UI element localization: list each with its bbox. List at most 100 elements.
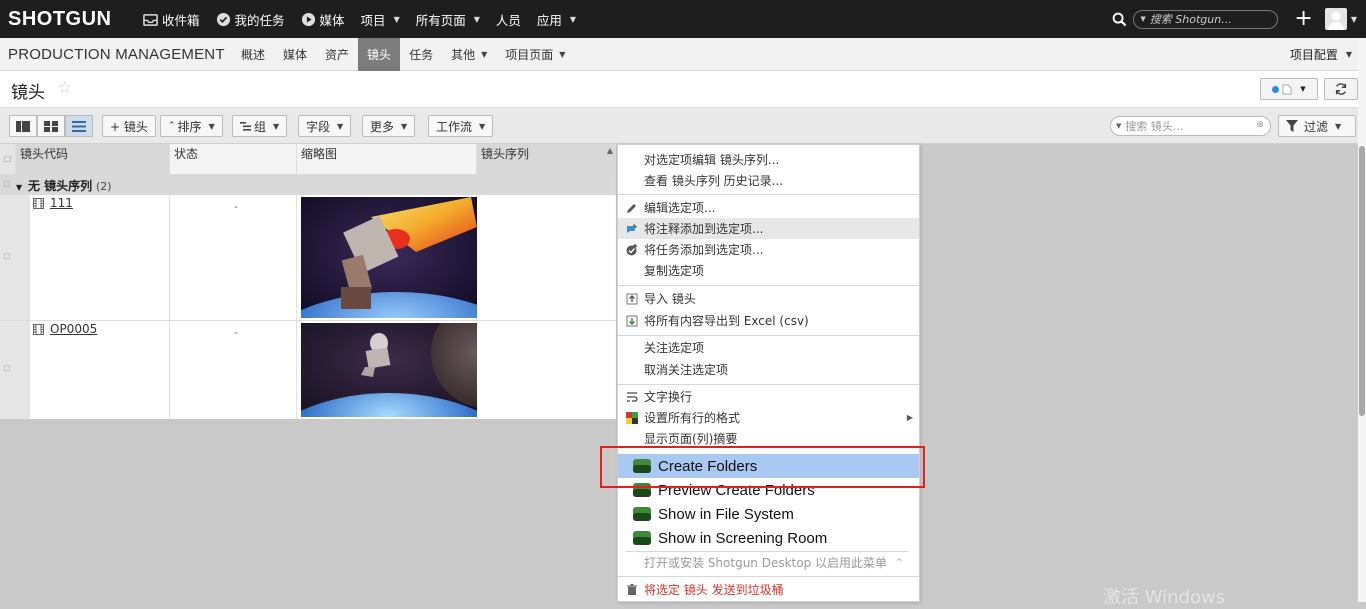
refresh-icon [1335,83,1347,95]
funnel-icon [1286,120,1298,132]
status-value: - [234,200,238,213]
menu-item-duplicate[interactable]: 复制选定项 [618,260,919,281]
global-search-placeholder: 搜索 Shotgun... [1149,13,1232,26]
search-icon[interactable] [1112,12,1127,27]
menu-item-add-task[interactable]: 将任务添加到选定项... [618,239,919,260]
select-all-column[interactable]: □ [0,144,16,174]
nav-projects[interactable]: 项目 ▼ [353,0,408,38]
film-icon [33,323,44,335]
menu-item-edit-selected[interactable]: 编辑选定项... [618,197,919,218]
create-plus-icon[interactable]: + [1294,8,1312,30]
collapse-up-icon[interactable]: ^ [895,558,903,568]
scrollbar-thumb[interactable] [1359,146,1365,416]
nav-inbox[interactable]: 收件箱 [135,0,208,38]
nav-my-tasks[interactable]: 我的任务 [208,0,293,38]
column-header-status[interactable]: 状态 [170,144,297,174]
tab-media[interactable]: 媒体 [274,38,316,71]
menu-item-edit-sequence[interactable]: 对选定项编辑 镜头序列... [618,149,919,170]
project-name[interactable]: PRODUCTION MANAGEMENT [0,46,232,63]
add-shot-button[interactable]: + 镜头 [102,115,156,137]
view-thumbnail-button[interactable] [37,115,65,137]
row-checkbox[interactable]: □ [4,364,11,372]
shot-code-link[interactable]: OP0005 [50,322,97,336]
sort-arrow-icon: ⌃ [168,121,176,131]
check-circle-icon [216,12,230,26]
pencil-icon [627,204,636,213]
filter-button[interactable]: 过滤 ▼ [1278,115,1356,137]
sequence-cell[interactable] [477,195,616,320]
toolkit-icon [633,531,651,545]
nav-media[interactable]: 媒体 [293,0,353,38]
global-search-input[interactable]: ▼ 搜索 Shotgun... [1133,9,1279,29]
user-avatar[interactable] [1324,8,1347,30]
row-checkbox[interactable]: □ [4,252,11,260]
shot-code[interactable]: OP0005 [33,322,97,336]
view-detail-button[interactable] [9,115,37,137]
select-all-checkbox[interactable]: □ [4,154,12,163]
nav-inbox-label: 收件箱 [162,12,200,28]
export-icon [626,315,638,327]
shotgun-logo[interactable]: SHOTGUN [0,8,135,31]
trash-icon [627,584,637,595]
menu-item-label: 导入 镜头 [644,292,696,306]
menu-item-sequence-history[interactable]: 查看 镜头序列 历史记录... [618,170,919,191]
clear-search-icon[interactable]: ⊗ [1256,120,1264,130]
tab-tasks[interactable]: 任务 [400,38,442,71]
tab-overview[interactable]: 概述 [232,38,274,71]
favorite-star-icon[interactable]: ☆ [57,78,72,98]
column-header-sequence[interactable]: 镜头序列 ▲ [477,144,616,174]
menu-item-label: 显示页面(列)摘要 [644,432,738,446]
workflow-button[interactable]: 工作流 ▼ [428,115,494,137]
group-header[interactable]: □ ▼ 无 镜头序列 (2) [0,174,616,195]
project-config-menu[interactable]: 项目配置 ▼ [1290,38,1352,71]
nav-apps[interactable]: 应用 ▼ [529,0,584,38]
menu-item-word-wrap[interactable]: 文字换行 [618,386,919,407]
fields-button[interactable]: 字段 ▼ [298,115,352,137]
table-row[interactable]: □ 111 - [0,195,616,321]
table-row[interactable]: □ OP0005 - [0,321,616,419]
film-icon [33,197,44,209]
shot-thumbnail[interactable] [301,197,477,318]
shot-code-link[interactable]: 111 [50,196,73,210]
shot-thumbnail[interactable] [301,323,477,417]
menu-item-import[interactable]: 导入 镜头 [618,288,919,309]
menu-item-unfollow[interactable]: 取消关注选定项 [618,359,919,380]
nav-people[interactable]: 人员 [488,0,529,38]
menu-item-show-in-file-system[interactable]: Show in File System [618,502,919,526]
sequence-cell[interactable] [477,321,616,419]
menu-item-add-note[interactable]: 将注释添加到选定项... [618,218,919,239]
menu-item-row-format[interactable]: 设置所有行的格式 ▶ [618,407,919,428]
status-cell[interactable] [170,195,297,320]
column-header-thumbnail[interactable]: 缩略图 [297,144,477,174]
user-menu-chevron-icon[interactable]: ▼ [1351,15,1357,24]
menu-item-trash[interactable]: 将选定 镜头 发送到垃圾桶 [618,579,919,600]
menu-item-follow[interactable]: 关注选定项 [618,337,919,358]
shot-search-input[interactable]: ▼ 搜索 镜头... ⊗ [1110,116,1271,136]
desktop-hint-label: 打开或安装 Shotgun Desktop 以启用此菜单 [644,556,888,570]
search-scope-dropdown-icon[interactable]: ▼ [1116,122,1121,130]
collapse-triangle-icon[interactable]: ▼ [16,183,22,192]
menu-item-label: Show in Screening Room [658,529,828,547]
tab-project-pages[interactable]: 项目页面 ▼ [496,38,574,71]
page-mode-button[interactable]: ▼ [1260,78,1318,100]
refresh-button[interactable] [1324,78,1358,100]
sort-button[interactable]: ⌃ 排序 ▼ [160,115,223,137]
import-icon [626,293,638,305]
tab-assets[interactable]: 资产 [316,38,358,71]
more-button[interactable]: 更多 ▼ [362,115,416,137]
view-list-button[interactable] [65,115,93,137]
search-scope-dropdown-icon[interactable]: ▼ [1140,15,1145,23]
tab-shots[interactable]: 镜头 [358,37,401,71]
shot-code-cell [30,195,170,320]
shot-code[interactable]: 111 [33,196,73,210]
menu-item-show-in-screening-room[interactable]: Show in Screening Room [618,526,919,550]
tab-other[interactable]: 其他 ▼ [442,38,496,71]
row-select-cell[interactable]: □ [0,195,16,320]
row-select-cell[interactable]: □ [0,321,16,419]
group-button[interactable]: 组 ▼ [232,115,288,137]
menu-item-export-csv[interactable]: 将所有内容导出到 Excel (csv) [618,310,919,331]
nav-all-pages[interactable]: 所有页面 ▼ [408,0,488,38]
column-header-shot-code[interactable]: 镜头代码 [16,144,170,174]
group-checkbox[interactable]: □ [4,180,11,188]
note-bubble-icon [627,224,637,233]
